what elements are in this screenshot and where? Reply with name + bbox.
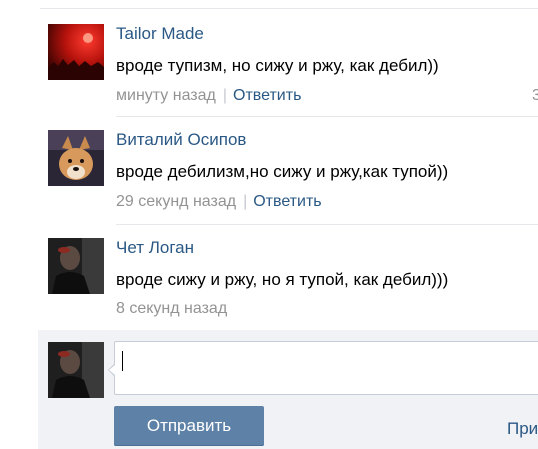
dark-person-avatar-icon[interactable]	[48, 238, 104, 294]
reply-compose-area: Отправить При	[38, 330, 538, 449]
cut-off-counter: 3	[532, 87, 538, 104]
dog-avatar-icon[interactable]	[48, 130, 104, 186]
meta-separator: |	[222, 87, 228, 104]
input-pointer-fill	[109, 365, 115, 375]
comment-input[interactable]	[114, 341, 538, 395]
comment-time[interactable]: минуту назад	[116, 87, 216, 104]
meta-separator: |	[243, 193, 248, 210]
comment-time[interactable]: 29 секунд назад	[116, 193, 236, 210]
dark-person-avatar-icon	[48, 342, 104, 398]
comment-divider	[116, 224, 538, 225]
comment-author[interactable]: Виталий Осипов	[116, 130, 246, 150]
comment-meta: 29 секунд назад | Ответить	[116, 193, 322, 211]
send-button[interactable]: Отправить	[114, 406, 264, 446]
comment-text: вроде дебилизм,но сижу и ржу,как тупой))	[116, 162, 449, 181]
reply-link[interactable]: Ответить	[253, 193, 321, 210]
comment-author[interactable]: Чет Логан	[116, 238, 194, 258]
red-concert-avatar-icon[interactable]	[48, 24, 104, 80]
comment-time[interactable]: 8 секунд назад	[116, 300, 227, 317]
top-divider	[40, 8, 538, 9]
comment-meta: минуту назад | Ответить	[116, 87, 301, 105]
comment-text: вроде сижу и ржу, но я тупой, как дебил)…	[116, 270, 449, 289]
comment-text: вроде тупизм, но сижу и ржу, как дебил))	[116, 56, 439, 75]
reply-link[interactable]: Ответить	[233, 87, 301, 104]
text-caret	[122, 351, 123, 371]
comment-author[interactable]: Tailor Made	[116, 24, 204, 44]
comment-divider	[116, 116, 538, 117]
comment-meta: 8 секунд назад	[116, 300, 227, 318]
attach-link[interactable]: При	[507, 419, 538, 439]
